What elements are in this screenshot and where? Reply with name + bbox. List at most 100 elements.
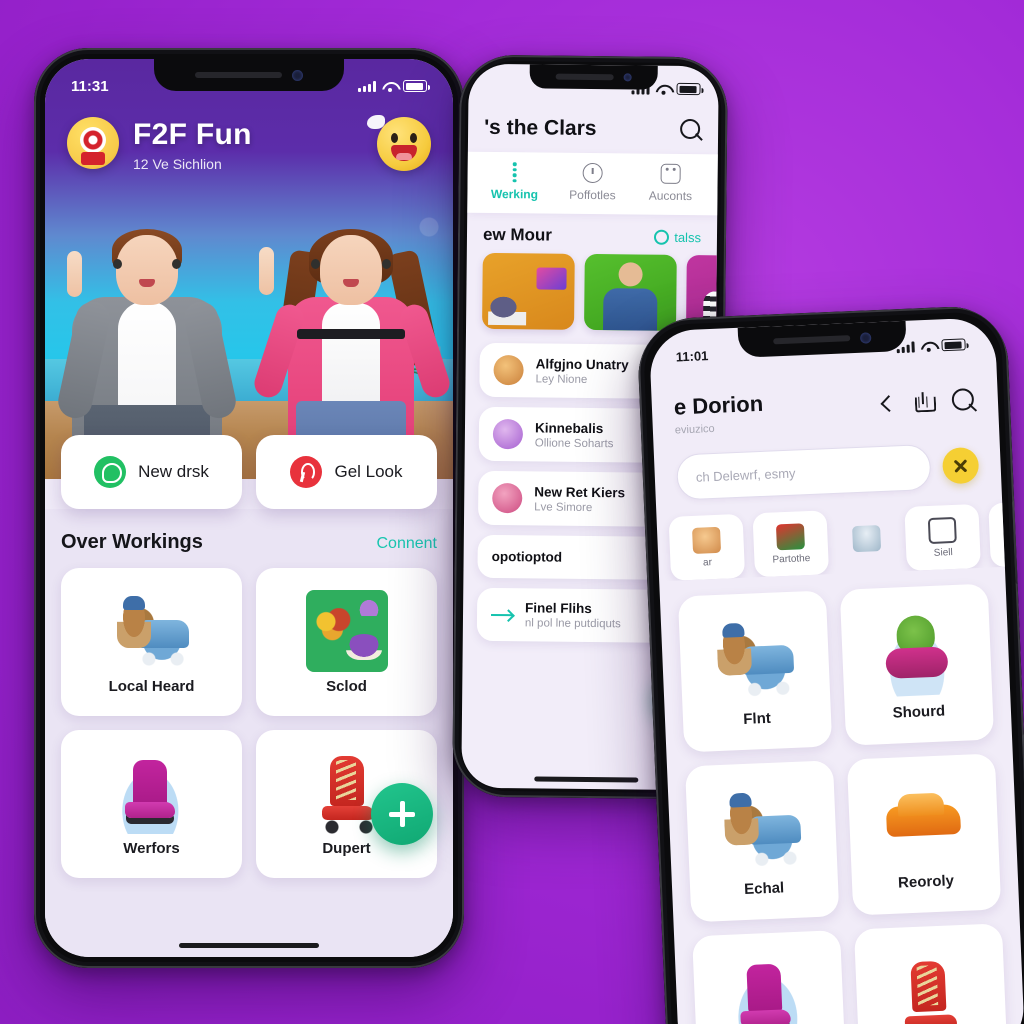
lamp-icon bbox=[927, 516, 957, 544]
chip-label: ar bbox=[702, 556, 713, 568]
section-link[interactable]: Connent bbox=[377, 535, 438, 553]
cat-icon bbox=[660, 163, 681, 184]
laughing-emoji-icon[interactable] bbox=[367, 115, 431, 171]
main-content: Over Workings Connent Local Heard Sclod … bbox=[45, 509, 453, 957]
phone3-screen: 11:01 e Dorion eviuzico ch Delewrf, esmy… bbox=[648, 317, 1024, 1024]
add-button[interactable] bbox=[371, 783, 433, 845]
chip-label: Siell bbox=[933, 546, 953, 559]
card-icon bbox=[775, 522, 805, 550]
car-bear-icon bbox=[716, 784, 807, 874]
back-icon[interactable] bbox=[880, 395, 898, 413]
chip-item[interactable]: S bbox=[988, 500, 1005, 568]
chip-item[interactable]: Siell bbox=[904, 503, 981, 571]
male-head bbox=[116, 235, 178, 305]
card-label: Werfors bbox=[123, 839, 180, 857]
close-icon[interactable] bbox=[941, 446, 980, 485]
dots-icon bbox=[505, 162, 525, 183]
pink-boot-icon bbox=[110, 751, 193, 834]
female-eye-right bbox=[382, 259, 391, 269]
emoji-eye-left bbox=[391, 133, 398, 143]
arrow-right-icon bbox=[491, 613, 514, 616]
card-label: Echal bbox=[743, 878, 785, 898]
card-item[interactable]: Shourd bbox=[839, 583, 995, 746]
tab-werking[interactable]: Werking bbox=[475, 162, 553, 202]
card-label: Flnt bbox=[742, 709, 772, 728]
tab-auconts[interactable]: Auconts bbox=[631, 163, 709, 203]
dino-icon bbox=[871, 607, 962, 697]
page-title: e Dorion bbox=[673, 390, 764, 420]
tab-bar: Werking Poffotles Auconts bbox=[467, 151, 718, 216]
speaker-grille bbox=[194, 72, 283, 78]
share-icon[interactable] bbox=[915, 392, 933, 413]
female-belt bbox=[297, 329, 405, 339]
section-title: Over Workings bbox=[61, 531, 203, 553]
avatar[interactable] bbox=[67, 117, 119, 169]
thumb-kitchen[interactable] bbox=[482, 252, 575, 330]
plus-icon bbox=[389, 801, 415, 827]
orange-car-icon bbox=[879, 777, 969, 867]
subsection-link[interactable]: talss bbox=[654, 229, 701, 244]
phone3-title-group: e Dorion eviuzico bbox=[673, 391, 764, 437]
phone-right: 11:01 e Dorion eviuzico ch Delewrf, esmy… bbox=[636, 304, 1024, 1024]
quick-action-label: Gel Look bbox=[334, 462, 403, 481]
male-mouth bbox=[139, 279, 155, 287]
chip-item[interactable]: Partothe bbox=[752, 510, 830, 578]
avatar bbox=[492, 418, 524, 450]
chip-row: ar Partothe Siell S bbox=[656, 487, 1005, 581]
card-grid: Flnt Shourd Echal Reoroly Sllonl bbox=[659, 567, 1024, 1024]
card-item[interactable]: Sllonl bbox=[692, 930, 847, 1024]
card-item[interactable]: Local Heard bbox=[61, 568, 242, 716]
speaker-grille bbox=[555, 73, 615, 81]
emoji-wing bbox=[367, 115, 385, 129]
subsection-title: ew Mour bbox=[482, 224, 553, 245]
card-item[interactable] bbox=[853, 923, 1009, 1024]
tab-label: Werking bbox=[490, 186, 539, 202]
front-camera-icon bbox=[624, 73, 633, 82]
tab-label: Poffotles bbox=[569, 187, 616, 203]
car-bear-icon bbox=[709, 614, 800, 704]
male-pointing-finger-left bbox=[67, 251, 82, 297]
front-camera-icon bbox=[860, 331, 872, 344]
status-icons bbox=[896, 338, 966, 353]
phone2-header: 's the Clars bbox=[468, 110, 718, 155]
card-label: Local Heard bbox=[108, 677, 195, 695]
thumb-apron-man[interactable] bbox=[584, 253, 677, 331]
card-item[interactable]: Echal bbox=[684, 760, 840, 923]
search-icon[interactable] bbox=[951, 388, 976, 413]
header-actions bbox=[880, 382, 976, 416]
clock-icon bbox=[582, 162, 603, 184]
chip-item[interactable]: ar bbox=[668, 513, 746, 581]
tab-label: Auconts bbox=[648, 188, 693, 204]
status-time: 11:31 bbox=[71, 77, 109, 95]
volume-button[interactable] bbox=[1012, 500, 1021, 585]
card-item[interactable]: Sclod bbox=[256, 568, 437, 716]
battery-icon bbox=[403, 80, 430, 92]
page-subtitle: eviuzico bbox=[674, 422, 715, 437]
wifi-icon bbox=[655, 83, 670, 94]
ice-icon bbox=[852, 525, 882, 553]
card-item[interactable]: Flnt bbox=[677, 590, 833, 753]
home-indicator bbox=[179, 943, 319, 948]
tab-poffotles[interactable]: Poffotles bbox=[553, 162, 631, 203]
female-eye-left bbox=[311, 259, 320, 269]
emoji-mouth bbox=[391, 145, 417, 161]
red-skate-icon bbox=[886, 956, 976, 1024]
quick-action-label: New drsk bbox=[138, 462, 209, 481]
home-indicator bbox=[534, 776, 639, 783]
face-icon bbox=[691, 526, 722, 554]
card-item[interactable]: Werfors bbox=[61, 730, 242, 878]
pinterest-icon bbox=[290, 456, 323, 488]
front-camera-icon bbox=[292, 69, 304, 81]
signal-icon bbox=[358, 80, 376, 92]
card-item[interactable]: Reoroly bbox=[846, 753, 1002, 916]
new-drsk-button[interactable]: New drsk bbox=[61, 435, 242, 509]
avatar bbox=[493, 354, 524, 386]
male-eye-right bbox=[172, 259, 181, 269]
search-icon[interactable] bbox=[680, 119, 702, 141]
car-bear-icon bbox=[110, 589, 193, 672]
wifi-icon bbox=[920, 340, 935, 352]
page-title: F2F Fun bbox=[133, 118, 252, 151]
phone1-screen: 11:31 F2F Fun 12 Ve Sichlion New drsk Ge… bbox=[45, 59, 453, 957]
gel-look-button[interactable]: Gel Look bbox=[256, 435, 437, 509]
chip-item[interactable] bbox=[836, 507, 897, 573]
